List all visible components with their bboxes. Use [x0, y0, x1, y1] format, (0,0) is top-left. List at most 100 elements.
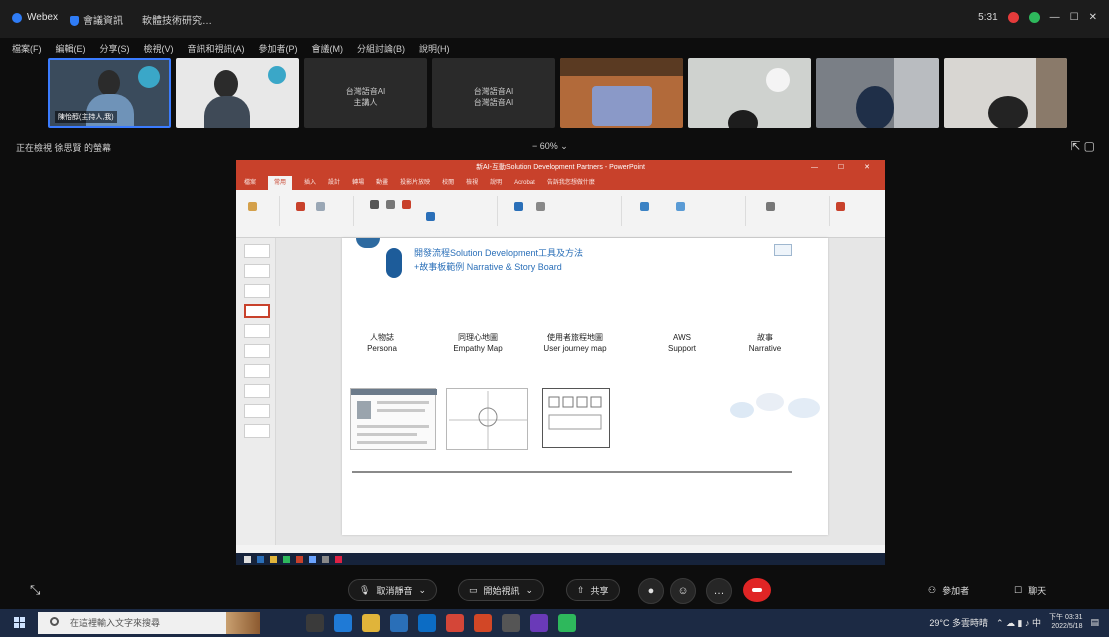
slide-thumbnail[interactable] [244, 244, 270, 258]
participant-tile[interactable] [816, 58, 939, 128]
participant-tile[interactable]: 陳怡醇(主持人,我) [48, 58, 171, 128]
meeting-info-tab[interactable]: 會議資訊 [70, 12, 123, 27]
end-call-button[interactable] [743, 578, 771, 602]
taskbar-search[interactable]: 在這裡輸入文字來搜尋 [38, 612, 260, 634]
notifications-icon[interactable]: ▤ [1090, 617, 1099, 628]
more-icon[interactable]: … [706, 578, 732, 604]
participant-tile[interactable] [944, 58, 1067, 128]
slide[interactable]: 開發流程Solution Development工具及方法 +故事板範例 Nar… [342, 238, 828, 535]
slide-thumbnail[interactable] [244, 404, 270, 418]
reactions-icon[interactable]: ☺ [670, 578, 696, 604]
italic-icon[interactable] [386, 200, 395, 209]
minimize-icon[interactable]: — [1050, 12, 1060, 23]
ppt-tab[interactable]: 轉場 [352, 176, 364, 190]
ppt-tab[interactable]: 投影片放映 [400, 176, 430, 190]
ppt-tab[interactable]: 告訴我您想做什麼 [547, 176, 595, 190]
ppt-window-controls[interactable]: — ☐ ✕ [811, 160, 879, 176]
menu-bar: 檔案(F) 編輯(E) 分享(S) 檢視(V) 音訊和視訊(A) 參加者(P) … [12, 42, 450, 55]
journey-map-image[interactable] [542, 388, 610, 448]
ppt-tab[interactable]: 校閱 [442, 176, 454, 190]
recording-icon[interactable] [1007, 12, 1019, 23]
video-button[interactable]: ▭ 開始視訊 ⌄ [458, 579, 545, 601]
ppt-tab[interactable]: 說明 [490, 176, 502, 190]
edge-icon[interactable] [334, 614, 352, 632]
close-icon[interactable]: ✕ [1089, 12, 1097, 23]
store-icon[interactable] [390, 614, 408, 632]
sharing-status: 正在檢視 徐思賢 的螢幕 [16, 143, 112, 153]
fullscreen-icon[interactable]: ⇱ ▢ [1070, 139, 1095, 153]
new-slide-icon[interactable] [296, 202, 305, 211]
layout-icon[interactable] [316, 202, 325, 211]
shapes-icon[interactable] [640, 202, 649, 211]
chrome-icon[interactable] [446, 614, 464, 632]
file-explorer-icon[interactable] [362, 614, 380, 632]
ppt-tab[interactable]: Acrobat [514, 176, 535, 190]
task-view-icon[interactable] [306, 614, 324, 632]
share-button[interactable]: ⇧ 共享 [566, 579, 620, 601]
bold-icon[interactable] [370, 200, 379, 209]
tray-icons[interactable]: ⌃ ☁ ▮ ♪ 中 [996, 616, 1041, 629]
menu-edit[interactable]: 編輯(E) [56, 42, 86, 55]
slide-thumbnail[interactable] [244, 384, 270, 398]
record-icon[interactable]: ● [638, 578, 664, 604]
paste-icon[interactable] [248, 202, 257, 211]
connection-icon[interactable] [1028, 12, 1040, 23]
participant-tile[interactable]: 台灣語音AI 主講人 [304, 58, 427, 128]
menu-audio-video[interactable]: 音訊和視訊(A) [188, 42, 245, 55]
menu-breakout[interactable]: 分組討論(B) [357, 42, 405, 55]
ppt-ribbon [236, 190, 885, 238]
slide-thumbnail[interactable] [244, 344, 270, 358]
ppt-tab[interactable]: 動畫 [376, 176, 388, 190]
menu-help[interactable]: 說明(H) [419, 42, 450, 55]
layout-icon[interactable]: ⤡ [30, 579, 40, 601]
designer-icon[interactable] [836, 202, 845, 211]
menu-view[interactable]: 檢視(V) [144, 42, 174, 55]
participant-tile[interactable] [688, 58, 811, 128]
find-icon[interactable] [766, 202, 775, 211]
menu-participants[interactable]: 參加者(P) [259, 42, 298, 55]
empathy-map-image[interactable] [446, 388, 528, 450]
slide-thumbnail-selected[interactable] [244, 304, 270, 318]
slide-thumbnail[interactable] [244, 424, 270, 438]
app-icon[interactable] [530, 614, 548, 632]
menu-share[interactable]: 分享(S) [100, 42, 130, 55]
powerpoint-icon[interactable] [474, 614, 492, 632]
slide-thumbnail[interactable] [244, 324, 270, 338]
mail-icon[interactable] [418, 614, 436, 632]
shield-icon [70, 16, 79, 27]
ppt-tab[interactable]: 插入 [304, 176, 316, 190]
slide-thumbnail[interactable] [244, 264, 270, 278]
ppt-tab[interactable]: 檔案 [244, 176, 256, 190]
chat-label: 聊天 [1028, 585, 1047, 596]
menu-file[interactable]: 檔案(F) [12, 42, 42, 55]
zoom-control[interactable]: − 60% ⌄ [532, 141, 568, 152]
chat-button[interactable]: ☐ 聊天 [1014, 579, 1046, 601]
persona-image[interactable] [350, 388, 437, 450]
ppt-tab[interactable]: 設計 [328, 176, 340, 190]
weather-widget[interactable]: 29°C 多雲時晴 [929, 616, 988, 629]
mute-button[interactable]: 🎙 取消靜音 ⌄ [348, 579, 437, 601]
ppt-tab-active[interactable]: 常用 [268, 176, 293, 190]
taskbar-clock[interactable]: 下午 03:31 2022/5/18 [1049, 613, 1082, 631]
windows-start-icon[interactable] [14, 617, 26, 629]
slide-canvas: 開發流程Solution Development工具及方法 +故事板範例 Nar… [276, 238, 885, 545]
arrange-icon[interactable] [676, 202, 685, 211]
participant-tile[interactable]: 台灣語音AI 台灣語音AI [432, 58, 555, 128]
font-color-icon[interactable] [402, 200, 411, 209]
slide-badge-icon [774, 244, 792, 256]
webex-icon[interactable] [558, 614, 576, 632]
maximize-icon[interactable]: ☐ [1070, 12, 1079, 23]
slide-thumbnail[interactable] [244, 284, 270, 298]
slide-thumbnail[interactable] [244, 364, 270, 378]
participants-button[interactable]: ⚇ 參加者 [928, 579, 969, 601]
menu-meeting[interactable]: 會議(M) [312, 42, 344, 55]
ppt-tab[interactable]: 檢視 [466, 176, 478, 190]
highlight-icon[interactable] [426, 212, 435, 221]
align-icon[interactable] [514, 202, 523, 211]
narrative-image[interactable] [728, 388, 824, 428]
participant-tile[interactable] [176, 58, 299, 128]
participant-tile[interactable] [560, 58, 683, 128]
bullets-icon[interactable] [536, 202, 545, 211]
meeting-name[interactable]: 軟體技術研究… [142, 12, 212, 27]
app-icon[interactable] [502, 614, 520, 632]
